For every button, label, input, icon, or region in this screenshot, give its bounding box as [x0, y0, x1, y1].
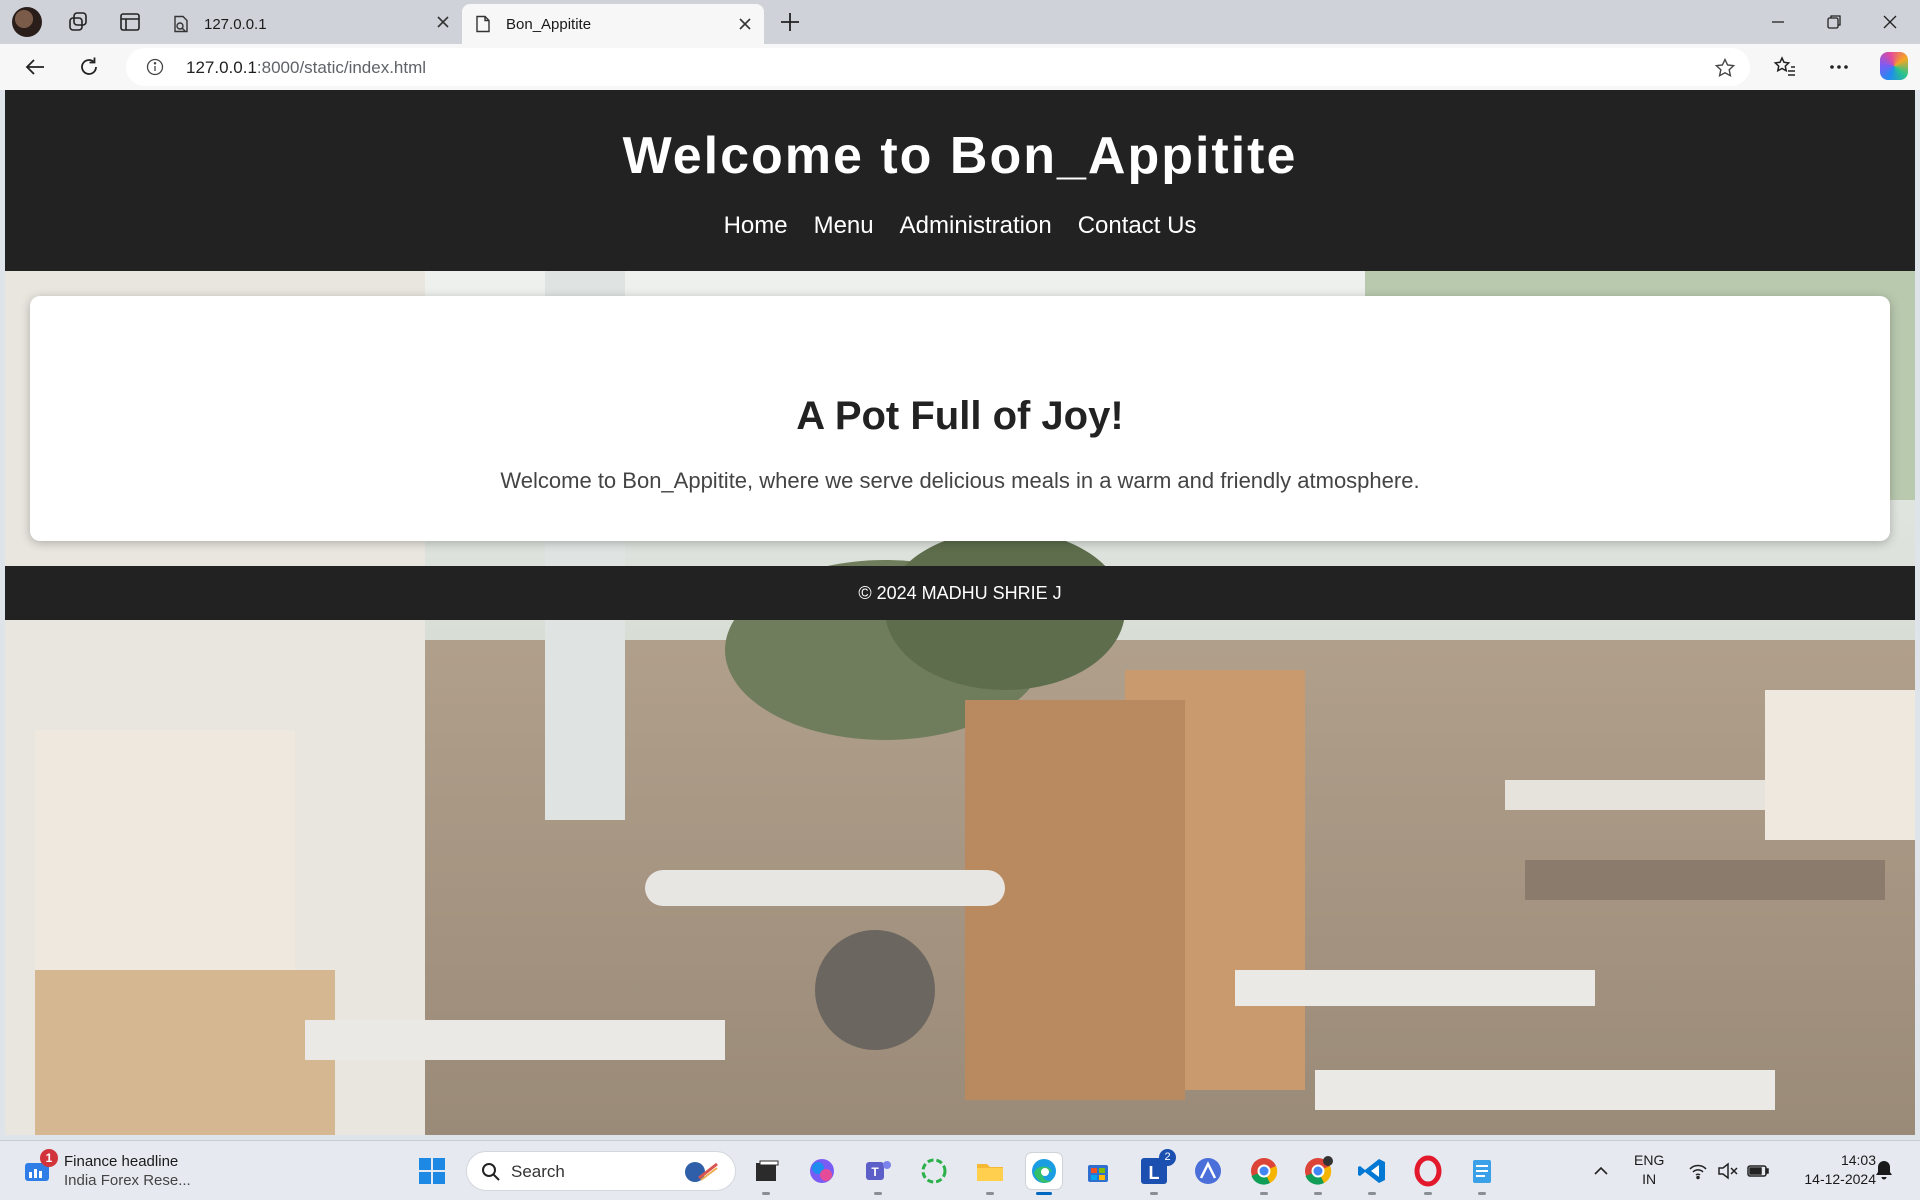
windows-start-icon[interactable]	[418, 1157, 446, 1185]
language-code: ENG	[1634, 1152, 1665, 1168]
widget-badge: 1	[40, 1149, 58, 1167]
widget-subtitle: India Forex Rese...	[64, 1172, 191, 1189]
svg-text:L: L	[1149, 1163, 1160, 1183]
copilot-app-icon	[810, 1159, 834, 1183]
taskbar-search[interactable]: Search	[466, 1151, 736, 1191]
l-app[interactable]: L2	[1136, 1149, 1176, 1195]
teams-app[interactable]: T	[860, 1153, 896, 1195]
url-text[interactable]: 127.0.0.1:8000/static/index.html	[186, 58, 426, 78]
language-indicator[interactable]: ENG IN	[1634, 1151, 1664, 1189]
hero-card: A Pot Full of Joy! Welcome to Bon_Appiti…	[30, 296, 1890, 541]
favorites-icon[interactable]	[1772, 54, 1798, 80]
clock[interactable]: 14:03 14-12-2024	[1786, 1151, 1876, 1189]
tab-title: 127.0.0.1	[204, 15, 267, 33]
clock-date: 14-12-2024	[1804, 1171, 1876, 1187]
battery-icon[interactable]	[1746, 1161, 1770, 1181]
minimize-icon[interactable]	[1764, 8, 1792, 36]
close-tab-icon[interactable]	[436, 15, 450, 29]
store-app[interactable]	[1080, 1153, 1116, 1189]
edge-icon	[1032, 1159, 1056, 1183]
notepad-app[interactable]	[1464, 1153, 1500, 1195]
tab-localhost[interactable]: 127.0.0.1	[160, 4, 458, 44]
page-icon	[476, 15, 490, 33]
taskbar: 1 Finance headline India Forex Rese... S…	[0, 1140, 1920, 1200]
news-widget[interactable]: 1 Finance headline India Forex Rese...	[24, 1149, 224, 1191]
new-tab-icon[interactable]	[776, 8, 804, 36]
tab-actions-icon[interactable]	[118, 10, 142, 34]
search-label: Search	[511, 1162, 565, 1181]
site-footer: © 2024 MADHU SHRIE J	[5, 566, 1915, 620]
l-app-badge: 2	[1159, 1149, 1176, 1166]
site-title: Welcome to Bon_Appitite	[622, 127, 1298, 185]
page-icon	[174, 15, 188, 33]
refresh-icon[interactable]	[76, 54, 102, 80]
edge-app[interactable]	[1026, 1153, 1062, 1195]
sync-icon	[921, 1158, 947, 1184]
nav-home[interactable]: Home	[724, 212, 788, 240]
svg-text:T: T	[871, 1165, 879, 1179]
search-highlight-icon	[685, 1162, 718, 1182]
tab-bon-appitite[interactable]: Bon_Appitite	[462, 4, 764, 44]
site-header: Welcome to Bon_Appitite Home Menu Admini…	[5, 90, 1915, 271]
profile-avatar[interactable]	[12, 7, 42, 37]
url-host: 127.0.0.1	[186, 58, 257, 77]
back-icon[interactable]	[22, 54, 48, 80]
hero-text: Welcome to Bon_Appitite, where we serve …	[500, 468, 1420, 493]
task-view-icon	[756, 1160, 779, 1181]
sync-app[interactable]	[916, 1153, 952, 1189]
workspaces-icon[interactable]	[66, 10, 90, 34]
site-nav: Home Menu Administration Contact Us	[5, 212, 1915, 240]
show-hidden-icons-icon[interactable]	[1592, 1163, 1610, 1179]
nav-administration[interactable]: Administration	[900, 212, 1052, 240]
region-code: IN	[1642, 1171, 1657, 1187]
close-window-icon[interactable]	[1876, 8, 1904, 36]
page-viewport: Welcome to Bon_Appitite Home Menu Admini…	[5, 90, 1915, 1135]
notepad-icon	[1473, 1160, 1491, 1183]
restore-icon[interactable]	[1820, 8, 1848, 36]
store-icon	[1088, 1165, 1108, 1182]
url-path: :8000/static/index.html	[256, 58, 427, 77]
tab-strip: 127.0.0.1 Bon_Appitite	[0, 0, 1920, 44]
address-bar-row: 127.0.0.1:8000/static/index.html	[0, 44, 1920, 90]
chrome-icon	[1251, 1158, 1278, 1185]
tab-title: Bon_Appitite	[506, 15, 592, 33]
site-info-icon[interactable]	[146, 58, 164, 76]
search-icon	[482, 1163, 500, 1181]
vscode-icon	[1358, 1159, 1385, 1183]
opera-app[interactable]	[1410, 1153, 1446, 1195]
nav-menu[interactable]: Menu	[814, 212, 874, 240]
footer-text: © 2024 MADHU SHRIE J	[858, 583, 1062, 603]
hero-heading: A Pot Full of Joy!	[796, 394, 1124, 438]
volume-muted-icon[interactable]	[1716, 1161, 1738, 1181]
arc-app[interactable]	[1190, 1153, 1226, 1189]
opera-icon	[1414, 1155, 1442, 1187]
chrome-profile-icon	[1305, 1156, 1333, 1185]
close-tab-icon[interactable]	[738, 17, 752, 31]
clock-time: 14:03	[1840, 1152, 1876, 1168]
address-bar[interactable]: 127.0.0.1:8000/static/index.html	[126, 48, 1750, 86]
chrome-profile-app[interactable]	[1300, 1153, 1336, 1195]
triangle-app-icon	[1195, 1158, 1221, 1184]
file-explorer-app[interactable]	[972, 1153, 1008, 1195]
more-options-icon[interactable]	[1826, 54, 1852, 80]
folder-icon	[977, 1164, 1003, 1181]
notification-bell-icon[interactable]	[1874, 1159, 1894, 1181]
copilot-icon[interactable]	[1880, 52, 1908, 80]
copilot-app[interactable]	[804, 1153, 840, 1189]
chrome-app[interactable]	[1246, 1153, 1282, 1195]
vscode-app[interactable]	[1354, 1153, 1390, 1195]
favorite-star-icon[interactable]	[1714, 57, 1736, 79]
task-view-app[interactable]	[748, 1153, 784, 1195]
wifi-icon[interactable]	[1688, 1161, 1708, 1181]
widget-headline: Finance headline	[64, 1153, 179, 1170]
nav-contact-us[interactable]: Contact Us	[1078, 212, 1197, 240]
teams-icon: T	[866, 1161, 891, 1180]
